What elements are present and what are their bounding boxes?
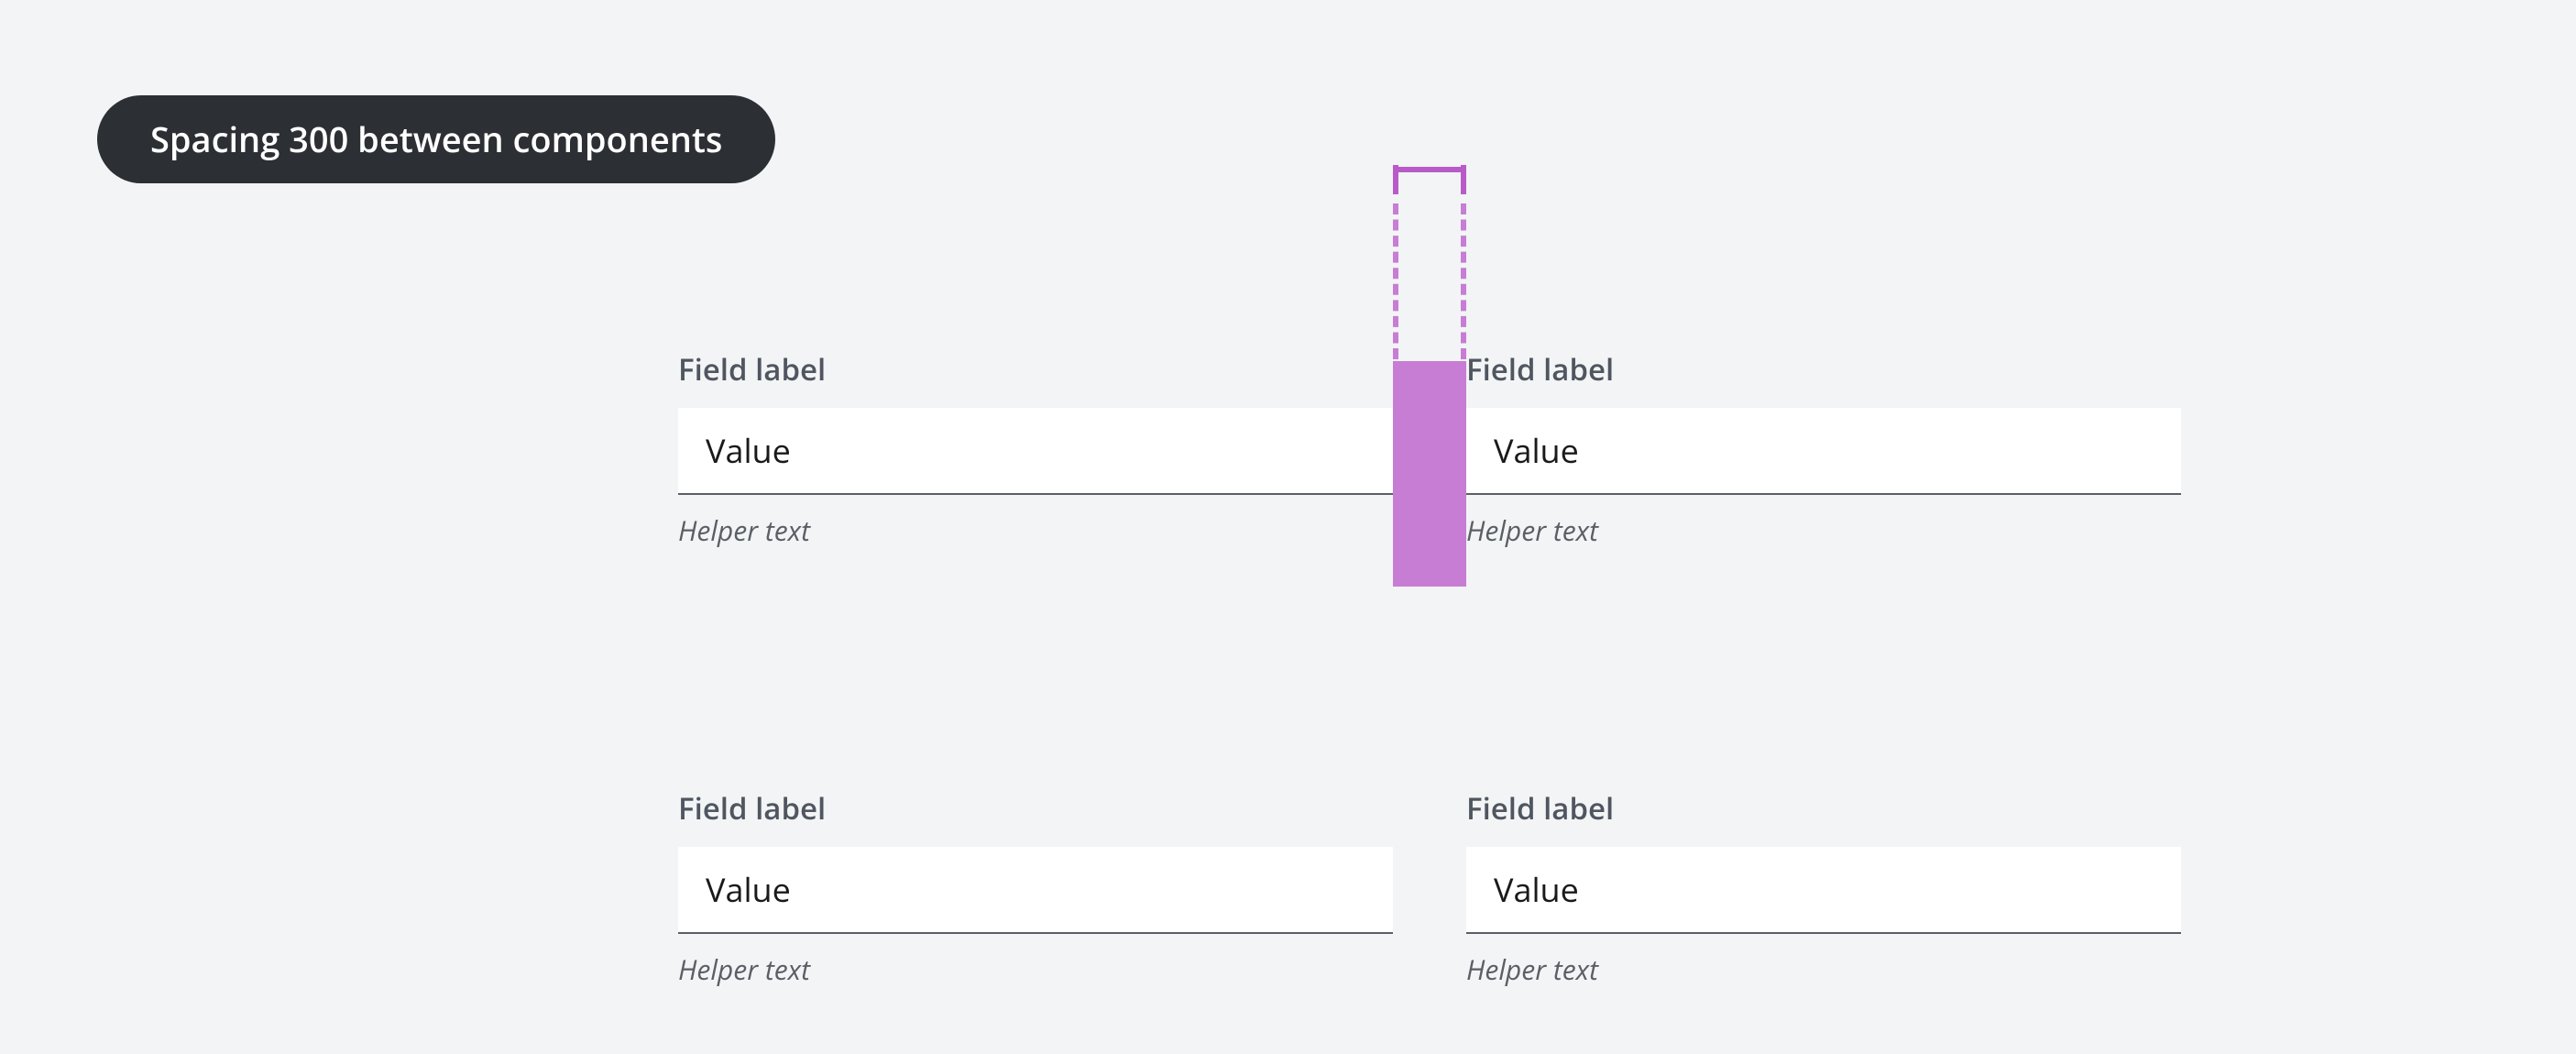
field-label: Field label <box>1466 787 2181 829</box>
field-input[interactable] <box>1466 408 2181 495</box>
spacing-dash-right <box>1461 203 1466 359</box>
text-field: Field label Helper text <box>1466 787 2181 988</box>
spacing-ruler-icon <box>1393 165 1466 194</box>
field-grid: Field label Helper text Field label Help… <box>678 348 2181 988</box>
field-helper: Helper text <box>1466 950 2181 988</box>
field-helper: Helper text <box>1466 511 2181 549</box>
field-row: Field label Helper text Field label Help… <box>678 787 2181 988</box>
title-pill: Spacing 300 between components <box>97 95 775 183</box>
text-field: Field label Helper text <box>678 787 1393 988</box>
field-input[interactable] <box>678 408 1393 495</box>
text-field: Field label Helper text <box>1466 348 2181 549</box>
title-text: Spacing 300 between components <box>150 115 722 163</box>
field-input[interactable] <box>678 847 1393 934</box>
field-label: Field label <box>678 348 1393 390</box>
spacing-dash-left <box>1393 203 1398 359</box>
field-helper: Helper text <box>678 950 1393 988</box>
field-label: Field label <box>678 787 1393 829</box>
field-label: Field label <box>1466 348 2181 390</box>
field-row: Field label Helper text Field label Help… <box>678 348 2181 549</box>
field-helper: Helper text <box>678 511 1393 549</box>
text-field: Field label Helper text <box>678 348 1393 549</box>
field-input[interactable] <box>1466 847 2181 934</box>
